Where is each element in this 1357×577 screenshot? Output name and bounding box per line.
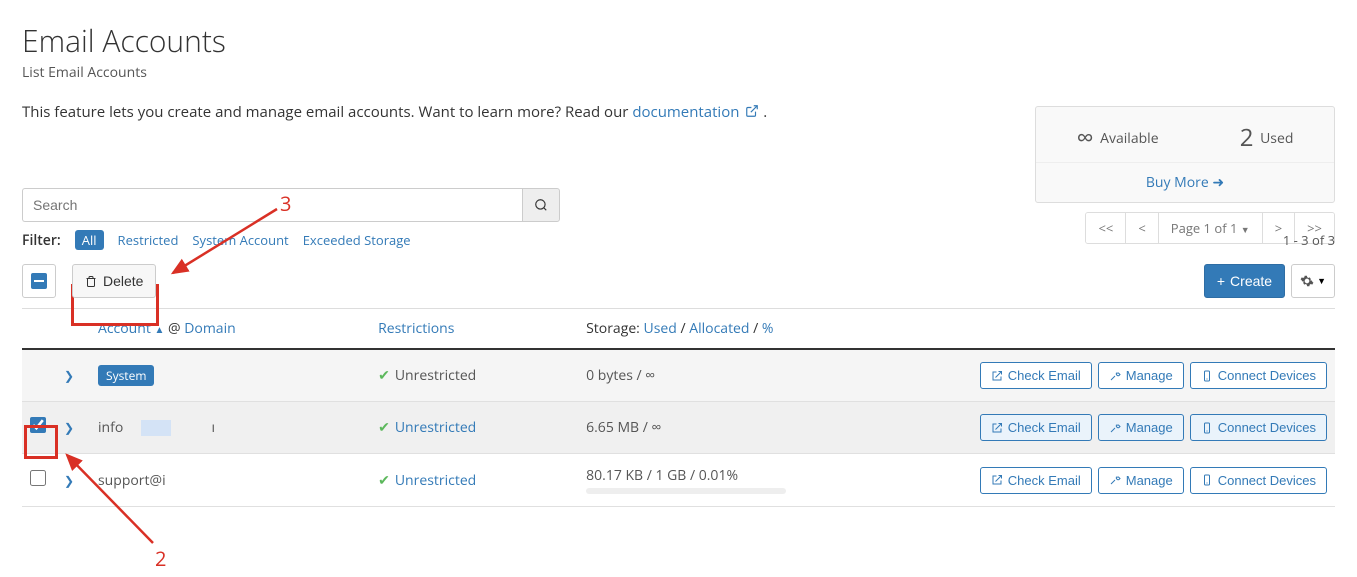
wrench-icon xyxy=(1109,370,1121,382)
check-icon: ✔ xyxy=(378,366,390,385)
manage-button[interactable]: Manage xyxy=(1098,414,1184,441)
device-icon xyxy=(1201,422,1213,434)
table-row: ❯ info ı ✔Unrestricted 6.65 MB / ∞ Check… xyxy=(22,402,1335,454)
available-value: ∞ xyxy=(1077,121,1094,154)
table-row: ❯ support@i ✔Unrestricted 80.17 KB / 1 G… xyxy=(22,454,1335,507)
annotation-box-2 xyxy=(24,425,58,459)
connect-button[interactable]: Connect Devices xyxy=(1190,414,1327,441)
search-icon xyxy=(534,198,548,212)
arrow-right-circle-icon: ➜ xyxy=(1212,173,1224,192)
filter-exceeded[interactable]: Exceeded Storage xyxy=(303,231,411,249)
page-title: Email Accounts xyxy=(22,20,1335,61)
open-icon xyxy=(991,474,1003,486)
storage-cell: 0 bytes / ∞ xyxy=(578,349,972,402)
settings-button[interactable]: ▼ xyxy=(1291,264,1335,298)
stats-panel: ∞ Available 2 Used Buy More ➜ xyxy=(1035,106,1335,203)
page-subtitle: List Email Accounts xyxy=(22,63,1335,82)
accounts-table: Account ▲ @ Domain Restrictions Storage:… xyxy=(22,308,1335,507)
expand-icon[interactable]: ❯ xyxy=(64,367,74,384)
check-email-button[interactable]: Check Email xyxy=(980,467,1092,494)
device-icon xyxy=(1201,370,1213,382)
pager-prev[interactable]: < xyxy=(1125,213,1157,243)
create-button[interactable]: + Create xyxy=(1204,264,1285,298)
gear-icon xyxy=(1300,274,1314,288)
search-input[interactable] xyxy=(22,188,522,222)
select-all-checkbox[interactable] xyxy=(22,264,56,298)
caret-down-icon: ▼ xyxy=(1317,276,1326,286)
filter-system[interactable]: System Account xyxy=(192,231,288,249)
open-icon xyxy=(991,422,1003,434)
pager-first[interactable]: << xyxy=(1086,213,1125,243)
check-email-button[interactable]: Check Email xyxy=(980,362,1092,389)
open-icon xyxy=(991,370,1003,382)
expand-icon[interactable]: ❯ xyxy=(64,472,74,489)
system-badge: System xyxy=(98,365,154,386)
storage-progress xyxy=(586,488,786,494)
manage-button[interactable]: Manage xyxy=(1098,362,1184,389)
wrench-icon xyxy=(1109,474,1121,486)
storage-cell: 6.65 MB / ∞ xyxy=(578,402,972,454)
external-link-icon xyxy=(745,104,759,118)
storage-cell: 80.17 KB / 1 GB / 0.01% xyxy=(578,454,972,507)
check-icon: ✔ xyxy=(378,418,390,437)
used-value: 2 xyxy=(1240,121,1254,154)
col-restrictions[interactable]: Restrictions xyxy=(370,309,578,350)
col-storage: Storage: Used / Allocated / % xyxy=(578,309,972,350)
check-icon: ✔ xyxy=(378,471,390,490)
manage-button[interactable]: Manage xyxy=(1098,467,1184,494)
connect-button[interactable]: Connect Devices xyxy=(1190,467,1327,494)
plus-icon: + xyxy=(1217,273,1225,289)
expand-icon[interactable]: ❯ xyxy=(64,419,74,436)
wrench-icon xyxy=(1109,422,1121,434)
range-label: 1 - 3 of 3 xyxy=(1283,231,1335,249)
annotation-num-2: 2 xyxy=(155,545,166,572)
filter-label: Filter: xyxy=(22,231,61,250)
restriction-link[interactable]: Unrestricted xyxy=(395,418,476,437)
filter-restricted[interactable]: Restricted xyxy=(118,231,179,249)
doc-link[interactable]: documentation xyxy=(632,102,739,122)
restriction-link[interactable]: Unrestricted xyxy=(395,471,476,490)
device-icon xyxy=(1201,474,1213,486)
pager-page[interactable]: Page 1 of 1 ▼ xyxy=(1158,213,1262,243)
filter-all[interactable]: All xyxy=(75,230,104,250)
connect-button[interactable]: Connect Devices xyxy=(1190,362,1327,389)
delete-button[interactable]: Delete xyxy=(72,264,156,298)
buy-more-link[interactable]: Buy More ➜ xyxy=(1146,173,1224,192)
check-email-button[interactable]: Check Email xyxy=(980,414,1092,441)
caret-down-icon: ▼ xyxy=(1241,223,1250,236)
trash-icon xyxy=(85,275,97,288)
table-row: ❯ System ✔Unrestricted 0 bytes / ∞ Check… xyxy=(22,349,1335,402)
row-checkbox[interactable] xyxy=(30,470,46,486)
search-button[interactable] xyxy=(522,188,560,222)
